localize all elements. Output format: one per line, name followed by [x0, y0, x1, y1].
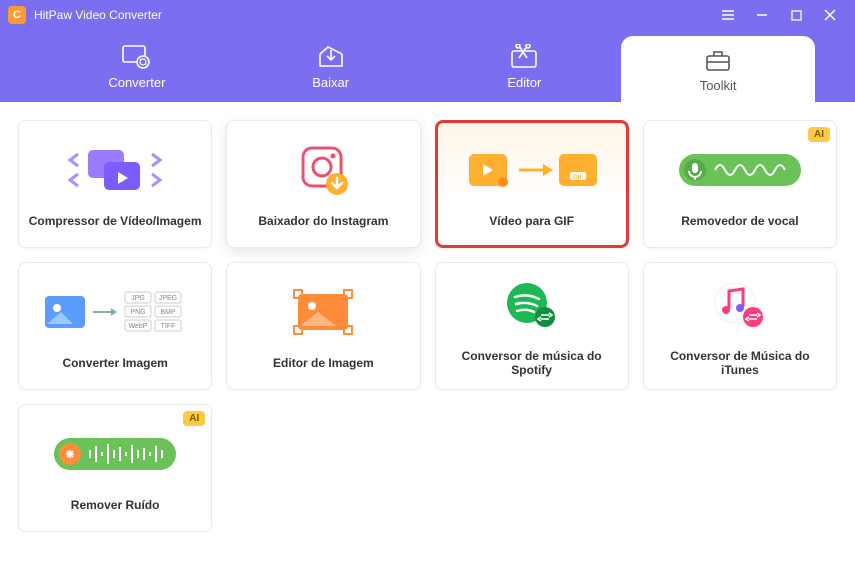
card-noise-remover[interactable]: AI Remover Ruído	[18, 404, 212, 532]
edit-image-icon	[227, 282, 419, 342]
noise-icon	[19, 424, 211, 484]
card-label: Conversor de Música do iTunes	[644, 349, 836, 377]
card-label: Removedor de vocal	[675, 214, 804, 228]
ai-badge: AI	[808, 127, 830, 142]
instagram-icon	[227, 140, 419, 200]
tab-label: Editor	[507, 75, 541, 90]
toolkit-content: Compressor de Vídeo/Imagem Baixador do I…	[0, 102, 855, 568]
card-label: Baixador do Instagram	[252, 214, 394, 228]
svg-text:TIFF: TIFF	[161, 323, 176, 330]
minimize-button[interactable]	[745, 0, 779, 30]
editor-icon	[509, 43, 539, 71]
tab-label: Toolkit	[700, 78, 737, 93]
maximize-button[interactable]	[779, 0, 813, 30]
video-gif-icon: GIF	[438, 140, 626, 200]
card-convert-image[interactable]: JPG JPEG PNG BMP WebP TIFF Converter Ima…	[18, 262, 212, 390]
settings-button[interactable]	[711, 0, 745, 30]
svg-text:WebP: WebP	[129, 323, 148, 330]
card-label: Conversor de música do Spotify	[436, 349, 628, 377]
maximize-icon	[791, 10, 802, 21]
minimize-icon	[756, 9, 768, 21]
card-itunes[interactable]: Conversor de Música do iTunes	[643, 262, 837, 390]
close-icon	[824, 9, 836, 21]
card-label: Editor de Imagem	[267, 356, 380, 370]
tab-converter[interactable]: Converter	[40, 30, 234, 102]
close-button[interactable]	[813, 0, 847, 30]
tab-toolkit[interactable]: Toolkit	[621, 36, 815, 102]
converter-icon	[121, 43, 153, 71]
titlebar: C HitPaw Video Converter	[0, 0, 855, 30]
convert-image-icon: JPG JPEG PNG BMP WebP TIFF	[19, 282, 211, 342]
card-video-gif[interactable]: GIF Vídeo para GIF	[435, 120, 629, 248]
card-spotify[interactable]: Conversor de música do Spotify	[435, 262, 629, 390]
toolkit-grid: Compressor de Vídeo/Imagem Baixador do I…	[18, 120, 837, 532]
itunes-icon	[644, 275, 836, 335]
download-icon	[316, 43, 346, 71]
card-label: Vídeo para GIF	[483, 214, 580, 228]
tab-label: Baixar	[312, 75, 349, 90]
main-nav: Converter Baixar Editor Toolkit	[0, 30, 855, 102]
card-label: Remover Ruído	[65, 498, 166, 512]
svg-text:PNG: PNG	[131, 309, 146, 316]
tab-baixar[interactable]: Baixar	[234, 30, 428, 102]
card-compressor[interactable]: Compressor de Vídeo/Imagem	[18, 120, 212, 248]
svg-text:BMP: BMP	[161, 309, 177, 316]
app-logo: C	[8, 6, 26, 24]
svg-text:GIF: GIF	[573, 175, 583, 181]
tab-label: Converter	[108, 75, 165, 90]
ai-badge: AI	[183, 411, 205, 426]
spotify-icon	[436, 275, 628, 335]
toolkit-icon	[703, 46, 733, 74]
vocal-icon	[644, 140, 836, 200]
card-edit-image[interactable]: Editor de Imagem	[226, 262, 420, 390]
menu-icon	[721, 8, 735, 22]
card-label: Compressor de Vídeo/Imagem	[23, 214, 208, 228]
compressor-icon	[19, 140, 211, 200]
app-title: HitPaw Video Converter	[34, 8, 711, 22]
svg-text:JPG: JPG	[131, 295, 145, 302]
card-label: Converter Imagem	[56, 356, 173, 370]
svg-text:JPEG: JPEG	[159, 295, 177, 302]
card-vocal-remover[interactable]: AI Removedor de vocal	[643, 120, 837, 248]
tab-editor[interactable]: Editor	[428, 30, 622, 102]
card-instagram[interactable]: Baixador do Instagram	[226, 120, 420, 248]
